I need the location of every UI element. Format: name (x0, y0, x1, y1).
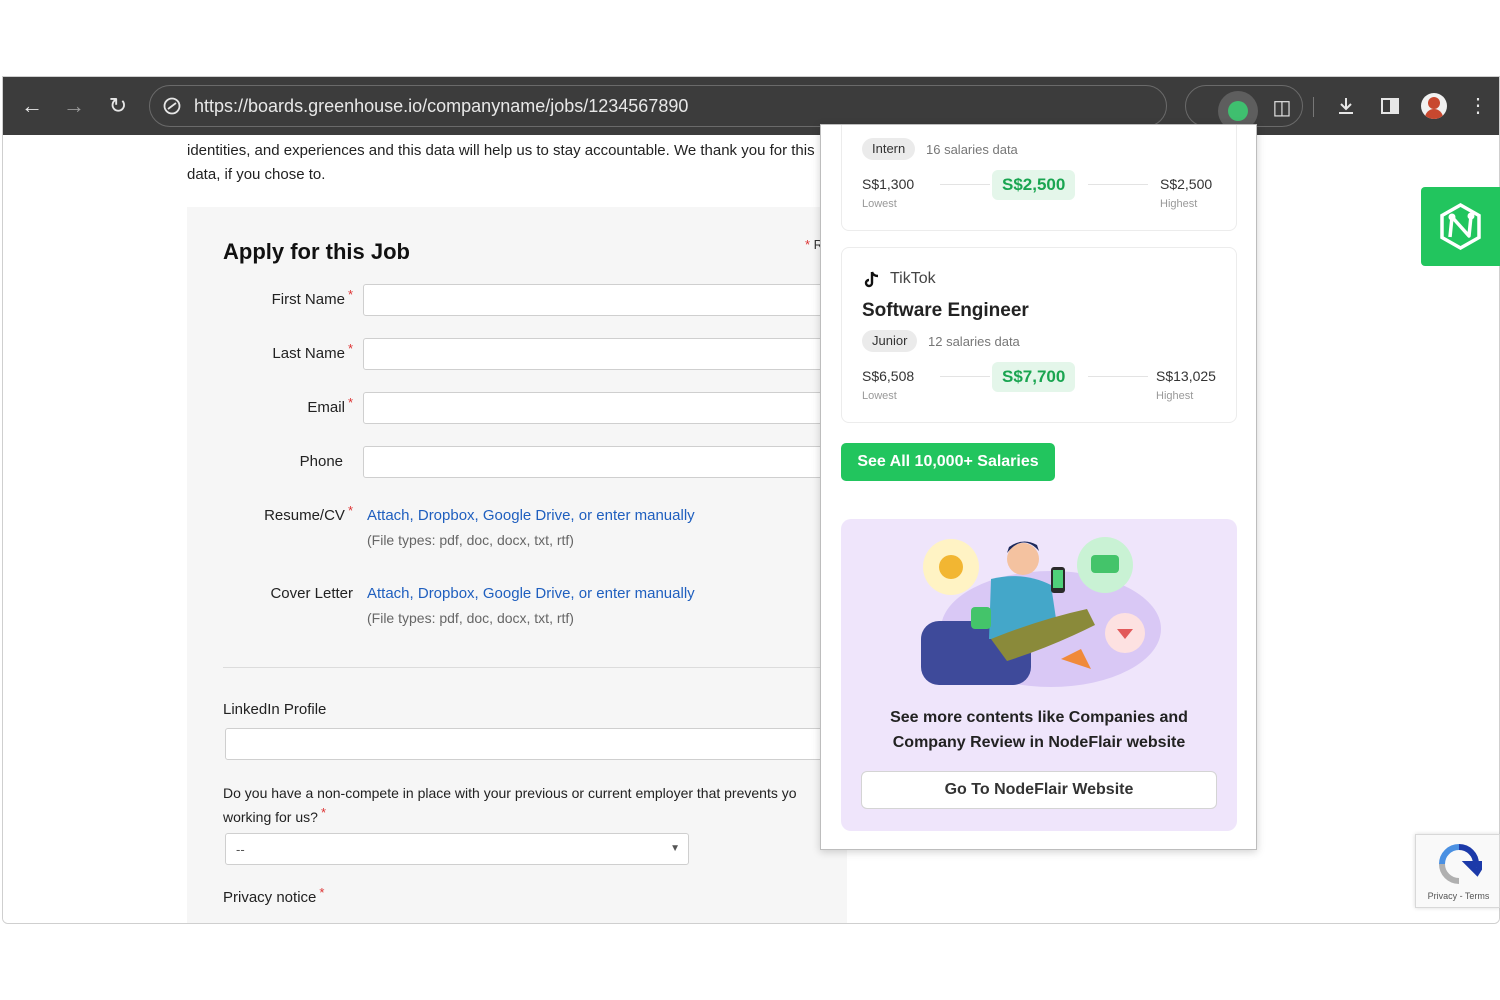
cover-letter-label: Cover Letter (270, 585, 353, 602)
browser-window: ← → ↻ https://boards.greenhouse.io/compa… (2, 76, 1500, 924)
median-salary: S$7,700 (992, 362, 1076, 392)
salary-count: 16 salaries data (926, 142, 1018, 157)
recaptcha-icon (1439, 844, 1482, 884)
side-panel-icon[interactable] (1375, 91, 1405, 121)
range-line-left (940, 184, 990, 185)
linkedin-label: LinkedIn Profile (223, 701, 327, 718)
toolbar-divider (1313, 97, 1314, 117)
company-name: TikTok (890, 270, 936, 287)
browser-toolbar: ← → ↻ https://boards.greenhouse.io/compa… (3, 77, 1499, 135)
highest-caption: Highest (1156, 390, 1194, 402)
resume-attach-link[interactable]: Attach, Dropbox, Google Drive, or enter … (367, 507, 695, 524)
last-name-label: Last Name * (272, 341, 353, 362)
section-divider (223, 667, 863, 668)
menu-kebab-icon[interactable]: ⋮ (1463, 91, 1493, 121)
range-line-right (1088, 184, 1148, 185)
promo-text: See more contents like Companies and Com… (890, 709, 1188, 751)
level-tag: Intern (862, 138, 916, 160)
lowest-caption: Lowest (862, 390, 897, 402)
highest-salary: S$13,025 (1156, 368, 1216, 384)
address-bar[interactable]: https://boards.greenhouse.io/companyname… (149, 85, 1167, 127)
recaptcha-links[interactable]: Privacy - Terms (1416, 891, 1500, 901)
lowest-salary: S$1,300 (862, 176, 915, 192)
resume-label: Resume/CV * (264, 503, 353, 524)
profile-avatar[interactable] (1421, 93, 1447, 119)
first-name-input[interactable] (363, 284, 853, 316)
recaptcha-badge[interactable]: Privacy - Terms (1415, 834, 1500, 908)
nodeflair-side-tab[interactable] (1421, 187, 1500, 266)
see-all-salaries-button[interactable]: See All 10,000+ Salaries (841, 443, 1055, 481)
download-icon[interactable] (1331, 91, 1361, 121)
privacy-notice-label: Privacy notice * (223, 885, 325, 906)
email-label: Email * (307, 395, 353, 416)
noncompete-label: Do you have a non-compete in place with … (223, 785, 797, 825)
last-name-input[interactable] (363, 338, 853, 370)
phone-input[interactable] (363, 446, 853, 478)
promo-illustration (921, 537, 1161, 687)
nodeflair-logo-icon (1440, 202, 1481, 251)
role-title: Software Engineer (862, 300, 1029, 321)
lowest-salary: S$6,508 (862, 368, 915, 384)
email-input[interactable] (363, 392, 853, 424)
range-line-left (940, 376, 990, 377)
form-title: Apply for this Job (223, 239, 410, 264)
resume-file-types: (File types: pdf, doc, docx, txt, rtf) (367, 532, 574, 548)
forward-arrow-icon[interactable]: → (59, 91, 89, 121)
noncompete-select[interactable]: -- ▼ (225, 833, 689, 865)
application-form: Apply for this Job * R First Name * Last … (187, 207, 863, 923)
salary-card-2[interactable]: TikTok Software Engineer Junior 12 salar… (841, 247, 1237, 423)
cover-letter-attach-link[interactable]: Attach, Dropbox, Google Drive, or enter … (367, 585, 695, 602)
highest-caption: Highest (1160, 198, 1198, 210)
median-salary: S$2,500 (992, 170, 1076, 200)
reload-icon[interactable]: ↻ (103, 91, 133, 121)
lowest-caption: Lowest (862, 198, 897, 210)
extensions-puzzle-icon[interactable]: ◫ (1270, 96, 1294, 120)
intro-text: identities, and experiences and this dat… (187, 142, 815, 183)
nodeflair-popup: Intern 16 salaries data S$1,300 Lowest S… (820, 124, 1257, 850)
back-arrow-icon[interactable]: ← (17, 91, 47, 121)
phone-label: Phone (299, 453, 343, 470)
extensions-area: ◫ (1185, 85, 1303, 131)
level-tag: Junior (862, 330, 918, 352)
page-content: identities, and experiences and this dat… (3, 135, 1499, 923)
url-text: https://boards.greenhouse.io/companyname… (194, 96, 689, 116)
chevron-down-icon: ▼ (670, 843, 680, 854)
range-line-right (1088, 376, 1148, 377)
site-info-icon[interactable] (162, 96, 182, 116)
salary-card-1[interactable]: Intern 16 salaries data S$1,300 Lowest S… (841, 125, 1237, 231)
linkedin-input[interactable] (225, 728, 855, 760)
cover-letter-file-types: (File types: pdf, doc, docx, txt, rtf) (367, 610, 574, 626)
salary-count: 12 salaries data (928, 334, 1020, 349)
promo-card: See more contents like Companies and Com… (841, 519, 1237, 831)
first-name-label: First Name * (271, 287, 353, 308)
go-to-nodeflair-button[interactable]: Go To NodeFlair Website (861, 771, 1217, 809)
tiktok-logo-icon (864, 271, 879, 288)
highest-salary: S$2,500 (1160, 176, 1213, 192)
